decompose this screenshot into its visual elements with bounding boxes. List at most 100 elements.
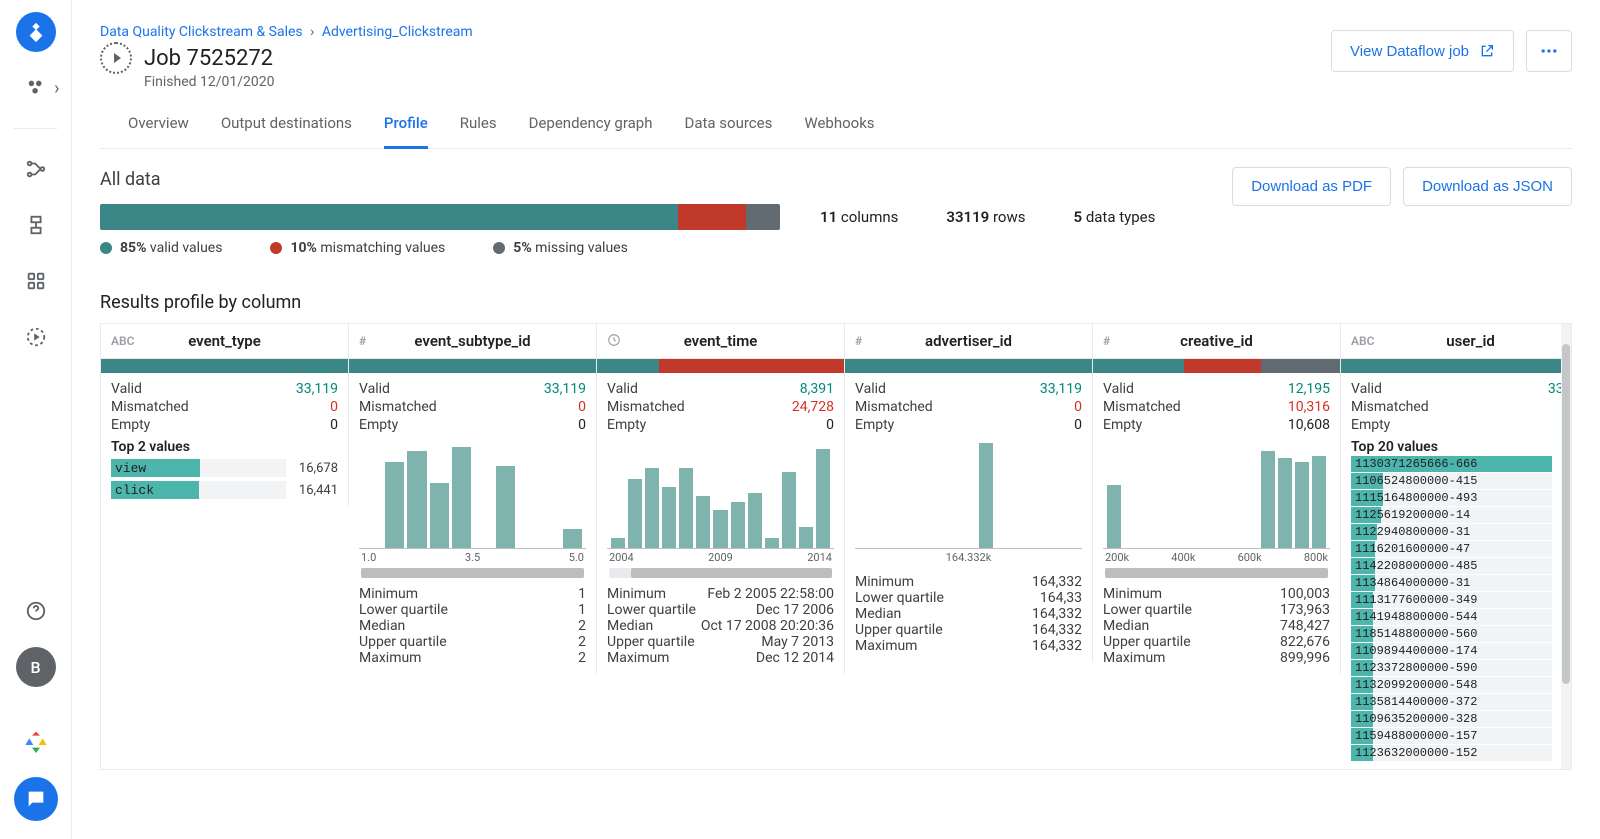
top-value-row: 1115164800000-493 78 [1351, 490, 1572, 506]
top-values-title: Top 20 values [1351, 439, 1572, 455]
top-values-title: Top 2 values [111, 439, 338, 455]
top-value-row: 1185148800000-560 57 [1351, 626, 1572, 642]
tab-overview[interactable]: Overview [128, 114, 189, 148]
tab-data-sources[interactable]: Data sources [685, 114, 773, 148]
schedule-icon[interactable] [16, 205, 56, 245]
column-validity-bar [101, 359, 348, 373]
left-nav-rail: › B [0, 0, 72, 839]
job-subtitle: Finished 12/01/2020 [144, 74, 1572, 90]
column-creative_id: #creative_id Valid12,195 Mismatched10,31… [1093, 324, 1341, 674]
axis: 1.03.55.0 [359, 549, 586, 566]
flows-icon[interactable]: › [16, 68, 56, 108]
column-name: creative_id [1180, 332, 1253, 350]
breadcrumb-parent[interactable]: Data Quality Clickstream & Sales [100, 24, 303, 40]
histogram [359, 439, 586, 549]
top-value-row: 1123632000000-152 53 [1351, 745, 1572, 761]
type-icon: ABC [1351, 334, 1374, 348]
top-value-row: 1130371265666-666 500 [1351, 456, 1572, 472]
top-value-row: 1109635200000-328 54 [1351, 711, 1572, 727]
stats-block: Minimum100,003Lower quartile173,963Media… [1103, 586, 1330, 666]
top-value-row: 1134864000000-31 60 [1351, 575, 1572, 591]
top-value-row: 1113177600000-349 57 [1351, 592, 1572, 608]
tabs: Overview Output destinations Profile Rules D… [100, 114, 1572, 149]
chat-icon[interactable] [14, 777, 58, 821]
column-user_id: ABCuser_id Valid33,119 Mismatched0 Empty… [1341, 324, 1572, 769]
download-json-button[interactable]: Download as JSON [1403, 167, 1572, 206]
top-value-row: view 16,678 [111, 459, 338, 477]
column-name: event_time [684, 332, 758, 350]
axis: 200420092014 [607, 549, 834, 566]
tab-dependency-graph[interactable]: Dependency graph [529, 114, 653, 148]
tab-rules[interactable]: Rules [460, 114, 497, 148]
legend-item: 85% valid values [100, 240, 222, 256]
top-value-row: click 16,441 [111, 481, 338, 499]
more-actions-button[interactable] [1526, 30, 1572, 72]
page-title: Job 7525272 [144, 46, 273, 71]
top-value-row: 1109894400000-174 55 [1351, 643, 1572, 659]
type-icon: # [359, 334, 366, 348]
column-validity-bar [845, 359, 1092, 373]
histogram [855, 439, 1082, 549]
legend-item: 5% missing values [493, 240, 628, 256]
apps-icon[interactable] [16, 261, 56, 301]
legend-item: 10% mismatching values [270, 240, 445, 256]
open-external-icon [1479, 43, 1495, 59]
user-avatar[interactable]: B [16, 647, 56, 687]
summary-stats: 11 columns 33119 rows 5 data types [820, 208, 1155, 226]
help-icon[interactable] [16, 591, 56, 631]
range-slider[interactable] [1105, 568, 1328, 578]
top-value-row: 1123372800000-590 55 [1351, 660, 1572, 676]
top-value-row: 1132099200000-548 54 [1351, 677, 1572, 693]
column-name: advertiser_id [925, 332, 1012, 350]
top-value-row: 1106524800000-415 79 [1351, 473, 1572, 489]
column-event_type: ABCevent_type Valid33,119 Mismatched0 Em… [101, 324, 349, 507]
axis: 200k400k600k800k [1103, 549, 1330, 566]
top-value-row: 1122940800000-31 66 [1351, 524, 1572, 540]
column-event_time: event_time Valid8,391 Mismatched24,728 E… [597, 324, 845, 674]
download-pdf-button[interactable]: Download as PDF [1232, 167, 1391, 206]
column-name: event_subtype_id [414, 332, 530, 350]
top-value-row: 1142208000000-485 61 [1351, 558, 1572, 574]
column-validity-bar [349, 359, 596, 373]
type-icon: # [855, 334, 862, 348]
stats-block: Minimum1Lower quartile1Median2Upper quar… [359, 586, 586, 666]
view-dataflow-button[interactable]: View Dataflow job [1331, 30, 1514, 72]
top-value-row: 1116201600000-47 62 [1351, 541, 1572, 557]
column-validity-bar [1341, 359, 1572, 373]
axis: 164.332k [855, 549, 1082, 566]
histogram [607, 439, 834, 549]
tab-output-destinations[interactable]: Output destinations [221, 114, 352, 148]
stats-block: MinimumFeb 2 2005 22:58:00Lower quartile… [607, 586, 834, 666]
job-status-icon [100, 42, 132, 74]
vertical-scrollbar[interactable] [1561, 324, 1571, 769]
column-advertiser_id: #advertiser_id Valid33,119 Mismatched0 E… [845, 324, 1093, 662]
product-icon[interactable] [16, 12, 56, 52]
range-slider[interactable] [609, 568, 832, 578]
type-icon: ABC [111, 334, 134, 348]
tab-profile[interactable]: Profile [384, 114, 428, 149]
more-horizontal-icon [1539, 41, 1559, 61]
column-event_subtype_id: #event_subtype_id Valid33,119 Mismatched… [349, 324, 597, 674]
connections-icon[interactable] [16, 149, 56, 189]
top-value-row: 1125619200000-14 74 [1351, 507, 1572, 523]
column-name: event_type [188, 332, 261, 350]
type-icon [607, 333, 621, 350]
top-value-row: 1159488000000-157 54 [1351, 728, 1572, 744]
gcp-logo-icon [20, 725, 52, 761]
column-name: user_id [1446, 332, 1495, 350]
column-validity-bar [1093, 359, 1340, 373]
rail-divider [14, 128, 57, 129]
breadcrumb-current[interactable]: Advertising_Clickstream [322, 24, 473, 40]
column-validity-bar [597, 359, 844, 373]
top-value-row: 1141948800000-544 57 [1351, 609, 1572, 625]
type-icon: # [1103, 334, 1110, 348]
stats-block: Minimum164,332Lower quartile164,33Median… [855, 574, 1082, 654]
results-title: Results profile by column [100, 292, 1572, 313]
range-slider[interactable] [361, 568, 584, 578]
validity-summary-bar [100, 204, 780, 230]
histogram [1103, 439, 1330, 549]
jobs-icon[interactable] [16, 317, 56, 357]
tab-webhooks[interactable]: Webhooks [804, 114, 874, 148]
columns-container[interactable]: ABCevent_type Valid33,119 Mismatched0 Em… [100, 323, 1572, 770]
top-value-row: 1135814400000-372 54 [1351, 694, 1572, 710]
